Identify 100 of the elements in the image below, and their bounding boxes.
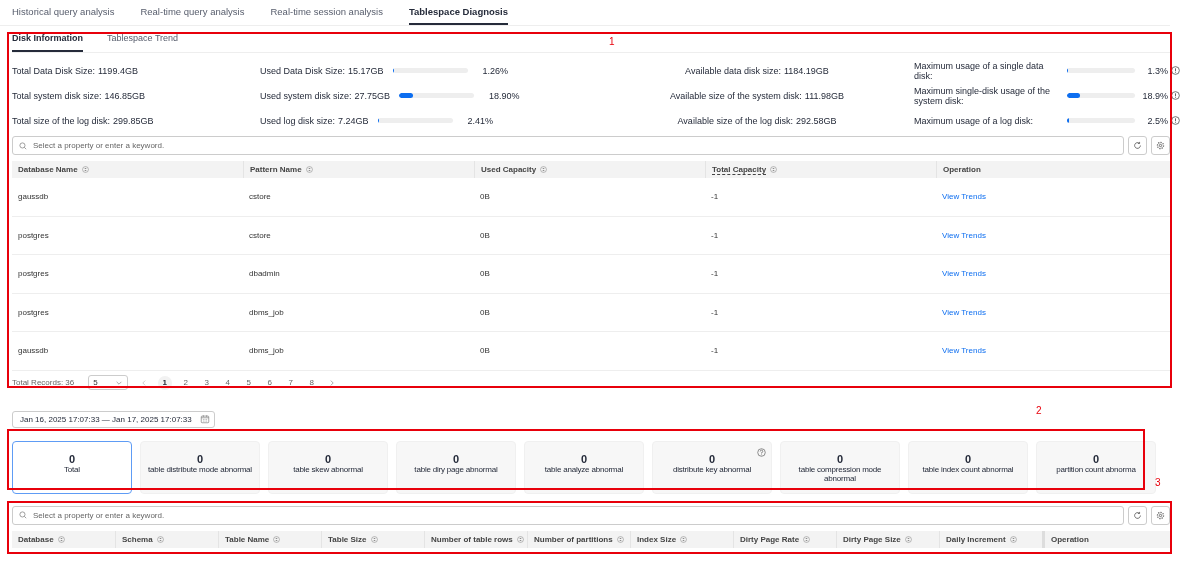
- column-header: Daily Increment: [946, 534, 1006, 544]
- view-trends-link[interactable]: View Trends: [936, 192, 1170, 202]
- stat-card[interactable]: 0 table distribute mode abnormal: [140, 440, 260, 494]
- table-cell-text: 0B: [479, 230, 491, 240]
- page-number[interactable]: 7: [280, 378, 302, 387]
- nav-tab[interactable]: Tablespace Diagnosis: [408, 0, 508, 25]
- stat-card[interactable]: 0 partition count abnorma: [1036, 440, 1156, 494]
- stat-card[interactable]: 0 Total: [12, 440, 132, 494]
- stat-value: 15.17GB: [348, 65, 384, 76]
- stat-label: Used log disk size:: [260, 115, 336, 126]
- table-cell-text: cstore: [248, 230, 272, 240]
- page-number[interactable]: 6: [259, 378, 281, 387]
- nav-tab[interactable]: Real-time session analysis: [270, 0, 383, 25]
- card-count: 0: [452, 452, 460, 465]
- help-icon[interactable]: [757, 447, 766, 457]
- stat-card[interactable]: 0 table compression mode abnormal: [780, 440, 900, 494]
- sort-icon[interactable]: [305, 166, 313, 173]
- search-icon: [19, 511, 27, 519]
- view-trends-link[interactable]: View Trends: [936, 346, 1170, 356]
- usage-percent: 1.26%: [482, 65, 509, 76]
- settings-button[interactable]: [1151, 136, 1170, 155]
- refresh-icon: [1133, 510, 1142, 520]
- sort-icon[interactable]: [616, 535, 624, 543]
- column-header: Database Name: [18, 165, 78, 174]
- card-count: 0: [1092, 452, 1100, 465]
- stat-card[interactable]: 0 table diry page abnormal: [396, 440, 516, 494]
- info-icon[interactable]: [1171, 91, 1180, 100]
- refresh-button[interactable]: [1128, 505, 1147, 525]
- page-size-select[interactable]: 5: [88, 375, 129, 390]
- sub-tab[interactable]: Tablespace Trend: [107, 33, 179, 52]
- settings-button[interactable]: [1151, 505, 1170, 525]
- settings-icon: [1156, 510, 1165, 520]
- column-header: Dirty Page Rate: [740, 534, 800, 544]
- table-cell-text: gaussdb: [17, 346, 50, 356]
- info-icon[interactable]: [1171, 66, 1180, 75]
- stat-label: Available data disk size:: [685, 65, 781, 76]
- usage-percent: 18.90%: [489, 90, 520, 101]
- stat-label: Total Data Disk Size:: [12, 65, 96, 76]
- info-icon[interactable]: [1171, 116, 1180, 125]
- stat-label: Maximum usage of a single data disk:: [914, 60, 1045, 81]
- card-count: 0: [68, 452, 76, 465]
- column-header: Database: [18, 534, 54, 544]
- sort-icon[interactable]: [370, 535, 378, 543]
- total-records: Total Records: 36: [12, 378, 75, 387]
- stat-value: 27.75GB: [354, 90, 391, 101]
- card-label: partition count abnorma: [1055, 464, 1137, 474]
- stat-value: 111.98GB: [804, 90, 845, 101]
- search-field[interactable]: Select a property or enter a keyword.: [12, 136, 1124, 155]
- sort-icon[interactable]: [680, 535, 688, 543]
- column-header: Dirty Page Size: [843, 534, 901, 544]
- usage-bar: [1067, 93, 1135, 98]
- refresh-button[interactable]: [1128, 136, 1147, 155]
- sort-icon[interactable]: [156, 535, 164, 543]
- sort-icon[interactable]: [273, 535, 281, 543]
- stat-label: Maximum usage of a log disk:: [914, 115, 1035, 126]
- sort-icon[interactable]: [803, 535, 811, 543]
- nav-tab[interactable]: Real-time query analysis: [140, 0, 245, 25]
- table-cell-text: postgres: [17, 230, 50, 240]
- sort-icon[interactable]: [516, 535, 524, 543]
- stat-card[interactable]: 0 table index count abnormal: [908, 440, 1028, 494]
- annotation-number: 1: [609, 36, 615, 47]
- stat-card[interactable]: 0 table analyze abnormal: [524, 440, 644, 494]
- stat-card[interactable]: 0 table skew abnormal: [268, 440, 388, 494]
- stat-label: Total size of the log disk:: [12, 115, 111, 126]
- view-trends-link[interactable]: View Trends: [936, 230, 1170, 240]
- view-trends-link[interactable]: View Trends: [936, 307, 1170, 317]
- sort-icon[interactable]: [540, 166, 548, 173]
- page-number[interactable]: 5: [238, 378, 260, 387]
- table-cell-text: 0B: [479, 269, 491, 279]
- stat-label: Maximum single-disk usage of the system disk:: [914, 85, 1052, 106]
- usage-percent: 2.5%: [1146, 115, 1168, 126]
- page-number[interactable]: 3: [196, 378, 218, 387]
- stat-card[interactable]: 0 distribute key abnormal: [652, 440, 772, 494]
- sort-icon[interactable]: [904, 535, 912, 543]
- date-range-field[interactable]: Jan 16, 2025 17:07:33 — Jan 17, 2025 17:07:33: [12, 410, 215, 428]
- card-label: table analyze abnormal: [543, 464, 625, 474]
- sort-icon[interactable]: [57, 535, 65, 543]
- stat-value: 292.58GB: [795, 115, 837, 126]
- sort-icon[interactable]: [770, 166, 778, 173]
- sort-icon[interactable]: [1009, 535, 1017, 543]
- page-number[interactable]: 4: [217, 378, 239, 387]
- card-label: table index count abnormal: [921, 464, 1015, 474]
- column-header: Total Capacity: [712, 164, 767, 175]
- search-field[interactable]: Select a property or enter a keyword.: [12, 505, 1124, 525]
- next-page-icon[interactable]: [328, 378, 337, 387]
- card-count: 0: [836, 452, 844, 465]
- column-header: Schema: [122, 534, 153, 544]
- usage-percent: 18.9%: [1141, 90, 1168, 101]
- column-header: Number of partitions: [534, 534, 613, 544]
- stat-label: Available size of the log disk:: [677, 115, 793, 126]
- page-number[interactable]: 8: [301, 378, 323, 387]
- sub-tab[interactable]: Disk Information: [12, 33, 83, 52]
- view-trends-link[interactable]: View Trends: [936, 269, 1170, 279]
- column-header: Operation: [1051, 534, 1089, 544]
- page-number[interactable]: 2: [175, 378, 197, 387]
- stat-label: Total system disk size:: [12, 90, 102, 101]
- sort-icon[interactable]: [81, 166, 89, 173]
- stat-label: Available size of the system disk:: [669, 90, 802, 101]
- card-label: distribute key abnormal: [671, 464, 753, 474]
- nav-tab[interactable]: Historical query analysis: [12, 0, 115, 25]
